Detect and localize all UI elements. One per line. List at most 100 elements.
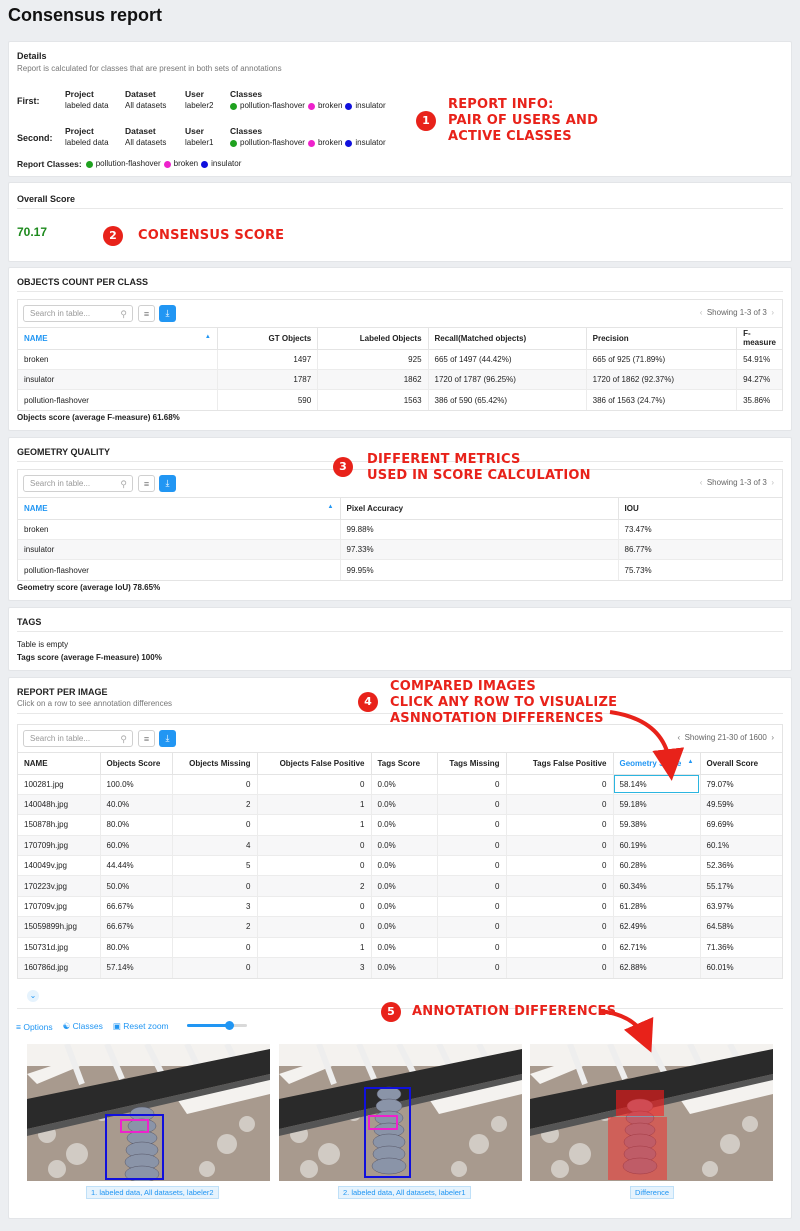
class-name: insulator [355, 138, 386, 147]
search-input[interactable]: Search in table... ⚲ [23, 305, 133, 322]
table-cell: 0.0% [371, 814, 438, 836]
table-cell: 150731d.jpg [18, 937, 101, 959]
table-cell: 62.49% [613, 916, 701, 938]
table-cell: 0.0% [371, 937, 438, 959]
download-button[interactable]: ⤓ [159, 305, 176, 322]
table-cell: 60.1% [700, 835, 782, 857]
column-header[interactable]: Tags False Positive [506, 753, 614, 775]
pager[interactable]: ‹ Showing 1-3 of 3 › [700, 478, 774, 487]
options-button[interactable]: ≡ Options [16, 1022, 53, 1032]
table-cell: 0.0% [371, 774, 438, 795]
table-row[interactable]: 140048h.jpg 40.0% 2 1 0.0% 0 0 59.18% 49.59% [18, 794, 782, 816]
pager[interactable]: ‹ Showing 21-30 of 1600 › [677, 733, 774, 742]
table-row: insulator 97.33% 86.77% [18, 539, 782, 561]
table-cell: 0 [437, 794, 507, 816]
table-row[interactable]: 100281.jpg 100.0% 0 0 0.0% 0 0 58.14% 79.07% [18, 774, 782, 795]
details-title: Details [17, 51, 47, 61]
column-header[interactable]: Precision [586, 328, 738, 350]
table-row[interactable]: 150878h.jpg 80.0% 0 1 0.0% 0 0 59.38% 69.69% [18, 814, 782, 836]
table-row[interactable]: 160786d.jpg 57.14% 0 3 0.0% 0 0 62.88% 60.01% [18, 957, 782, 978]
table-cell: 0 [257, 835, 372, 857]
table-row[interactable]: 15059899h.jpg 66.67% 2 0 0.0% 0 0 62.49% 64.58% [18, 916, 782, 938]
caption-labeler2: 1. labeled data, All datasets, labeler2 [86, 1186, 219, 1199]
annotation-badge-1: 1 [416, 111, 436, 131]
table-cell: 52.36% [700, 855, 782, 877]
column-header[interactable]: NAME [18, 753, 101, 775]
column-header[interactable]: Objects False Positive [257, 753, 372, 775]
annotation-text-2: CONSENSUS SCORE [138, 228, 285, 243]
reset-zoom-button[interactable]: ▣ Reset zoom [113, 1021, 169, 1032]
table-cell: 73.47% [618, 519, 782, 540]
table-cell: 60.34% [613, 875, 701, 897]
sort-asc-icon: ▲ [204, 333, 211, 340]
table-cell: 170709v.jpg [18, 896, 101, 918]
table-cell: 60.0% [100, 835, 173, 857]
table-cell: 0.0% [371, 896, 438, 918]
annotation-text-1: REPORT INFO: PAIR OF USERS AND ACTIVE CL… [448, 97, 599, 144]
table-cell: 160786d.jpg [18, 957, 101, 978]
annotation-text-4: COMPARED IMAGES CLICK ANY ROW TO VISUALI… [390, 679, 618, 726]
table-cell: pollution-flashover [18, 559, 341, 581]
table-cell: 86.77% [618, 539, 782, 561]
column-header[interactable]: Objects Score [100, 753, 173, 775]
table-row[interactable]: 170709v.jpg 66.67% 3 0 0.0% 0 0 61.28% 63.97% [18, 896, 782, 918]
second-label: Second: [17, 133, 53, 143]
column-header[interactable]: IOU [618, 498, 782, 520]
table-row[interactable]: 140049v.jpg 44.44% 5 0 0.0% 0 0 60.28% 52.36% [18, 855, 782, 877]
table-cell: 100281.jpg [18, 774, 101, 795]
image-labeler2[interactable] [27, 1044, 270, 1181]
table-cell: 0 [437, 875, 507, 897]
column-header[interactable]: Overall Score [700, 753, 782, 775]
column-header[interactable]: NAME ▲ [18, 328, 218, 350]
viewer-toolbar: ≡ Options ☯ Classes ▣ Reset zoom [16, 1021, 169, 1032]
pager[interactable]: ‹ Showing 1-3 of 3 › [700, 308, 774, 317]
table-cell: 0 [506, 875, 614, 897]
classes-button[interactable]: ☯ Classes [63, 1021, 103, 1032]
class-name: broken [317, 138, 343, 147]
table-row[interactable]: 150731d.jpg 80.0% 0 1 0.0% 0 0 62.71% 71.36% [18, 937, 782, 959]
table-cell: 0 [506, 937, 614, 959]
column-header[interactable]: Tags Score [371, 753, 438, 775]
search-input[interactable]: Search in table... ⚲ [23, 475, 133, 492]
download-button[interactable]: ⤓ [159, 730, 176, 747]
filter-button[interactable]: ≡ [138, 730, 155, 747]
table-cell: pollution-flashover [18, 389, 218, 411]
overall-score-title: Overall Score [17, 194, 76, 204]
table-row[interactable]: 170223v.jpg 50.0% 0 2 0.0% 0 0 60.34% 55.17% [18, 875, 782, 897]
second-user: User labeler1 [185, 126, 214, 147]
table-cell: 69.69% [700, 814, 782, 836]
column-header[interactable]: Tags Missing [437, 753, 507, 775]
table-cell: 55.17% [700, 875, 782, 897]
column-header[interactable]: Recall(Matched objects) [428, 328, 587, 350]
table-cell: 665 of 925 (71.89%) [586, 349, 738, 370]
image-labeler1[interactable] [279, 1044, 522, 1181]
column-header[interactable]: F-measure [736, 328, 782, 350]
table-cell: 0.0% [371, 835, 438, 857]
table-cell: 0.0% [371, 875, 438, 897]
class-color-dot [345, 102, 353, 110]
column-header[interactable]: GT Objects [217, 328, 319, 350]
table-cell: 44.44% [100, 855, 173, 877]
column-header[interactable]: NAME ▲ [18, 498, 341, 520]
table-row: broken 1497 925 665 of 1497 (44.42%) 665 of … [18, 349, 782, 370]
collapse-toggle[interactable]: ⌄ [27, 990, 39, 1002]
column-header[interactable]: Labeled Objects [317, 328, 429, 350]
filter-button[interactable]: ≡ [138, 305, 155, 322]
first-dataset: Dataset All datasets [125, 89, 167, 110]
table-row[interactable]: 170709h.jpg 60.0% 4 0 0.0% 0 0 60.19% 60.1% [18, 835, 782, 857]
table-cell: 0 [257, 855, 372, 877]
search-input[interactable]: Search in table... ⚲ [23, 730, 133, 747]
image-difference[interactable] [530, 1044, 773, 1181]
zoom-slider[interactable] [187, 1021, 247, 1030]
table-cell: 3 [172, 896, 258, 918]
column-header[interactable]: Objects Missing [172, 753, 258, 775]
filter-icon: ≡ [143, 309, 150, 319]
download-button[interactable]: ⤓ [159, 475, 176, 492]
first-label: First: [17, 96, 40, 106]
download-icon: ⤓ [165, 478, 170, 488]
column-header[interactable]: Pixel Accuracy [340, 498, 619, 520]
column-header[interactable]: Geometry Score ▲ [613, 753, 701, 775]
filter-button[interactable]: ≡ [138, 475, 155, 492]
annotation-text-5: ANNOTATION DIFFERENCES [412, 1004, 617, 1019]
consensus-score: 70.17 [17, 225, 48, 239]
